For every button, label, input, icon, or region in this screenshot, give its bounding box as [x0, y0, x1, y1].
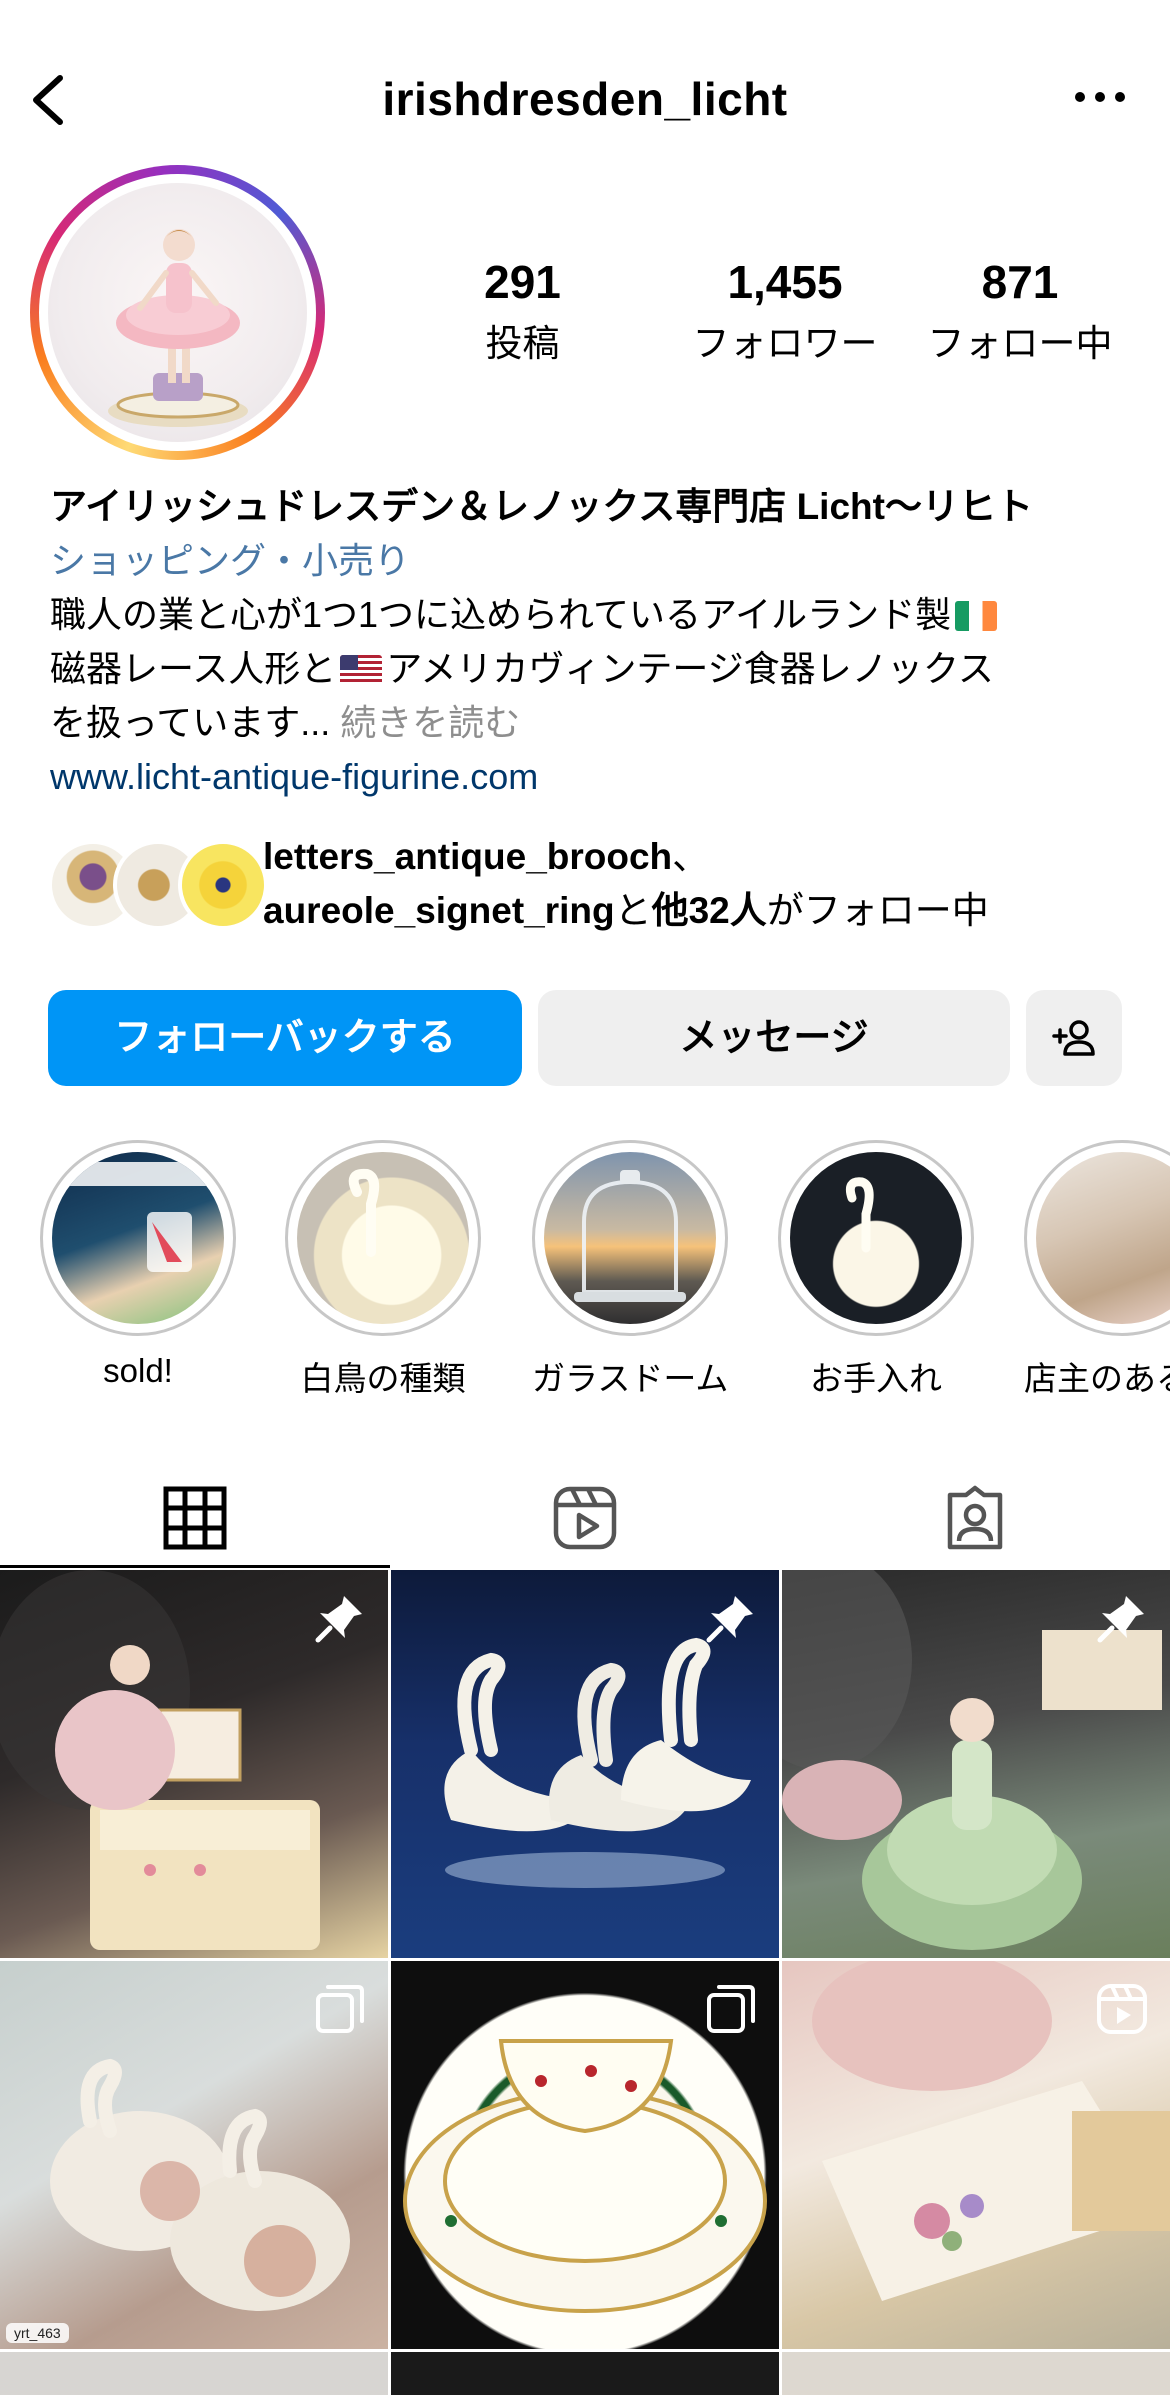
avatar[interactable]: [48, 183, 307, 442]
bio-line-3: を扱っています... 続きを読む: [50, 696, 1140, 750]
highlight-label: 店主のある: [1024, 1360, 1170, 1397]
tab-reels[interactable]: [390, 1460, 780, 1568]
follower-name-1: letters_antique_brooch: [263, 836, 673, 877]
profile-tabs: [0, 1460, 1170, 1568]
following-count[interactable]: 871 フォロー中: [900, 255, 1140, 367]
bio-line-3-text: を扱っています...: [50, 702, 331, 743]
followers-count-label: フォロワー: [692, 323, 878, 364]
highlight-label: お手入れ: [810, 1360, 942, 1397]
highlight-care[interactable]: お手入れ: [778, 1140, 974, 1400]
follower-avatar: [178, 840, 268, 930]
profile-category[interactable]: ショッピング・小売り: [50, 534, 1140, 588]
highlight-label: sold!: [103, 1352, 173, 1389]
followed-by-others: 他32人: [651, 890, 767, 931]
highlight-cover: [544, 1152, 716, 1324]
carousel-icon: [316, 1985, 364, 2033]
highlight-swan-types[interactable]: 白鳥の種類: [285, 1140, 481, 1400]
grid-post[interactable]: [0, 1570, 388, 1958]
grid-icon: [163, 1486, 227, 1550]
repost-badge: yrt_463: [6, 2323, 69, 2343]
page-title: irishdresden_licht: [382, 73, 788, 125]
highlight-label: 白鳥の種類: [300, 1360, 466, 1397]
bio-line-1-text: 職人の業と心が1つ1つに込められているアイルランド製: [50, 594, 952, 635]
suggest-users-button[interactable]: [1026, 990, 1122, 1086]
followed-by-suffix: がフォロー中: [766, 890, 989, 931]
followed-by-separator: 、: [672, 836, 710, 877]
followed-by[interactable]: letters_antique_brooch、 aureole_signet_r…: [48, 830, 1148, 940]
grid-post[interactable]: [0, 2352, 388, 2395]
highlight-owner[interactable]: 店主のある: [1024, 1140, 1170, 1400]
highlight-glass-dome[interactable]: ガラスドーム: [532, 1140, 728, 1400]
tab-posts-grid[interactable]: [0, 1460, 390, 1568]
posts-count[interactable]: 291 投稿: [450, 255, 595, 367]
pinned-icon: [706, 1596, 753, 1643]
story-ring[interactable]: [30, 165, 325, 460]
following-count-label: フォロー中: [927, 323, 1113, 364]
profile-name: アイリッシュドレスデン＆レノックス専門店 Licht〜リヒト: [50, 486, 1033, 527]
message-button[interactable]: メッセージ: [538, 990, 1010, 1086]
grid-post[interactable]: [391, 2352, 779, 2395]
highlight-cover: [52, 1152, 224, 1324]
follow-back-button[interactable]: フォローバックする: [48, 990, 522, 1086]
bio-line-2: 磁器レース人形と アメリカヴィンテージ食器レノックス: [50, 642, 1140, 696]
profile-bio: アイリッシュドレスデン＆レノックス専門店 Licht〜リヒト ショッピング・小売…: [50, 480, 1140, 804]
followers-count-value: 1,455: [727, 256, 843, 308]
follower-name-2: aureole_signet_ring: [263, 890, 615, 931]
post-grid: yrt_463: [0, 1570, 1170, 2395]
highlight-cover: [297, 1152, 469, 1324]
reel-icon: [1097, 1984, 1147, 2034]
grid-post[interactable]: [391, 1570, 779, 1958]
profile-stats: 291 投稿 1,455 フォロワー 871 フォロー中: [450, 255, 1140, 365]
bio-line-1: 職人の業と心が1つ1つに込められているアイルランド製: [50, 588, 1140, 642]
ireland-flag-icon: [955, 601, 998, 631]
more-horizontal-icon[interactable]: [1070, 82, 1130, 112]
tagged-icon: [947, 1485, 1003, 1550]
carousel-icon: [707, 1985, 755, 2033]
posts-count-value: 291: [484, 256, 561, 308]
repost-user: yrt_463: [14, 2325, 61, 2341]
pinned-icon: [1097, 1596, 1144, 1643]
grid-post[interactable]: [782, 1570, 1170, 1958]
add-user-icon: [1052, 1020, 1095, 1056]
highlight-sold[interactable]: sold!: [40, 1140, 236, 1390]
tab-tagged[interactable]: [780, 1460, 1170, 1568]
following-count-value: 871: [981, 256, 1059, 308]
usa-flag-icon: [340, 655, 383, 685]
grid-post[interactable]: [782, 2352, 1170, 2395]
followed-by-mid: と: [614, 890, 652, 931]
reels-icon: [553, 1486, 617, 1550]
posts-count-label: 投稿: [485, 323, 560, 364]
grid-post[interactable]: [391, 1961, 779, 2349]
bio-line-2a-text: 磁器レース人形と: [50, 648, 337, 689]
grid-post[interactable]: yrt_463: [0, 1961, 388, 2349]
read-more-link[interactable]: 続きを読む: [340, 702, 520, 743]
grid-post[interactable]: [782, 1961, 1170, 2349]
followed-by-text: letters_antique_brooch、 aureole_signet_r…: [263, 830, 989, 938]
highlight-cover: [790, 1152, 962, 1324]
highlight-label: ガラスドーム: [532, 1360, 729, 1397]
bio-line-2b-text: アメリカヴィンテージ食器レノックス: [386, 648, 994, 689]
highlight-cover: [1036, 1152, 1170, 1324]
profile-header: irishdresden_licht: [0, 60, 1170, 140]
website-link[interactable]: www.licht-antique-figurine.com: [50, 750, 1140, 804]
pinned-icon: [315, 1596, 362, 1643]
followers-count[interactable]: 1,455 フォロワー: [655, 255, 915, 367]
